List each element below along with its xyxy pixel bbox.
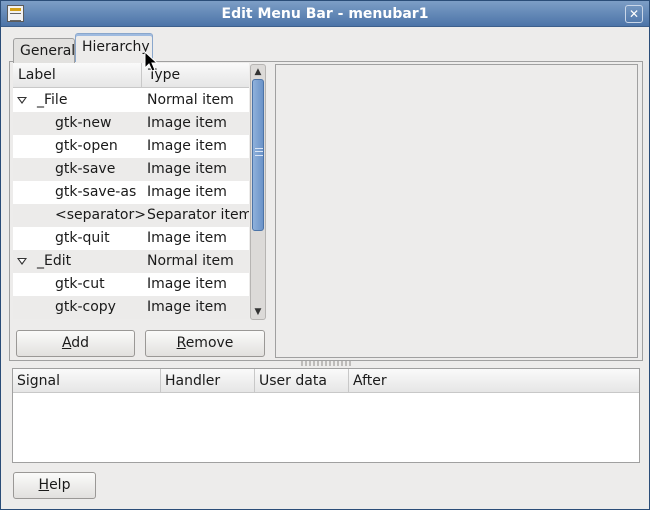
edit-menu-bar-dialog: Edit Menu Bar - menubar1 ✕ General Hiera… xyxy=(0,0,650,510)
row-label: gtk-save-as xyxy=(55,184,137,200)
signals-table[interactable]: Signal Handler User data After xyxy=(12,368,640,463)
row-label: _Edit xyxy=(37,253,72,269)
column-header-label[interactable]: Label xyxy=(13,63,142,88)
scroll-down-icon[interactable]: ▼ xyxy=(251,305,265,319)
grip-icon xyxy=(255,148,263,156)
row-label: gtk-save xyxy=(55,161,116,177)
row-type: Image item xyxy=(147,115,227,131)
row-label: <separator> xyxy=(55,207,146,223)
column-header-handler[interactable]: Handler xyxy=(161,369,255,393)
row-label: gtk-new xyxy=(55,115,112,131)
row-type: Image item xyxy=(147,230,227,246)
row-type: Normal item xyxy=(147,253,234,269)
title-bar[interactable]: Edit Menu Bar - menubar1 ✕ xyxy=(1,1,649,27)
tree-header: Label Type xyxy=(13,63,249,88)
column-header-signal[interactable]: Signal xyxy=(13,369,161,393)
remove-button[interactable]: Remove xyxy=(145,330,265,357)
tree-row[interactable]: _File Normal item xyxy=(13,89,249,112)
scroll-up-icon[interactable]: ▲ xyxy=(251,65,265,79)
row-label: gtk-copy xyxy=(55,299,116,315)
add-mnemonic: A xyxy=(61,335,72,351)
row-type: Normal item xyxy=(147,92,234,108)
signals-header: Signal Handler User data After xyxy=(13,369,639,393)
row-label: gtk-quit xyxy=(55,230,110,246)
help-label: elp xyxy=(49,477,71,493)
tab-general[interactable]: General xyxy=(13,38,75,64)
row-type: Image item xyxy=(147,276,227,292)
tree-row[interactable]: gtk-copy Image item xyxy=(13,296,249,319)
tree-row[interactable]: gtk-quit Image item xyxy=(13,227,249,250)
column-header-user-data[interactable]: User data xyxy=(255,369,349,393)
pane-resize-handle[interactable] xyxy=(301,361,351,366)
remove-label: emove xyxy=(185,335,234,351)
help-mnemonic: H xyxy=(38,477,50,493)
mouse-pointer-icon xyxy=(144,51,159,72)
row-label: gtk-open xyxy=(55,138,118,154)
menu-hierarchy-tree[interactable]: Label Type _File Normal item gtk-new Ima… xyxy=(13,63,249,319)
tree-row[interactable]: gtk-save Image item xyxy=(13,158,249,181)
column-header-after[interactable]: After xyxy=(349,369,639,393)
tree-row[interactable]: _Edit Normal item xyxy=(13,250,249,273)
tree-row[interactable]: gtk-cut Image item xyxy=(13,273,249,296)
tree-row[interactable]: gtk-save-as Image item xyxy=(13,181,249,204)
help-button[interactable]: Help xyxy=(13,472,96,499)
tree-row[interactable]: gtk-new Image item xyxy=(13,112,249,135)
item-properties-panel xyxy=(275,64,638,358)
close-icon[interactable]: ✕ xyxy=(625,5,643,23)
row-type: Image item xyxy=(147,161,227,177)
tree-row[interactable]: <separator> Separator item xyxy=(13,204,249,227)
add-button[interactable]: Add xyxy=(16,330,135,357)
row-label: gtk-cut xyxy=(55,276,105,292)
row-type: Image item xyxy=(147,138,227,154)
row-type: Image item xyxy=(147,184,227,200)
row-label: _File xyxy=(37,92,68,108)
row-type: Separator item xyxy=(147,207,249,223)
expander-down-icon[interactable] xyxy=(17,258,27,265)
expander-down-icon[interactable] xyxy=(17,97,27,104)
tree-row[interactable]: gtk-open Image item xyxy=(13,135,249,158)
scrollbar-thumb[interactable] xyxy=(252,79,264,231)
window-title: Edit Menu Bar - menubar1 xyxy=(221,6,429,22)
add-label: dd xyxy=(71,335,90,351)
tab-hierarchy[interactable]: Hierarchy xyxy=(75,33,153,62)
row-type: Image item xyxy=(147,299,227,315)
tree-scrollbar[interactable]: ▲ ▼ xyxy=(250,64,266,320)
remove-mnemonic: R xyxy=(176,335,186,351)
